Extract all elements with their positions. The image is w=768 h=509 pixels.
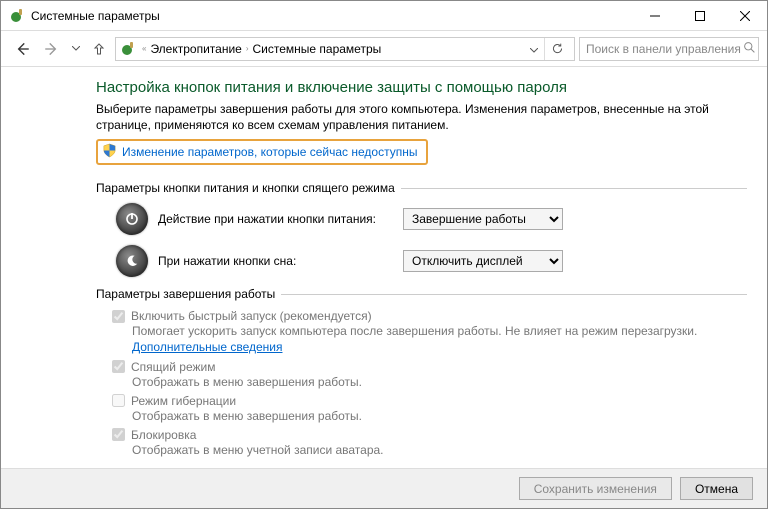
refresh-button[interactable] — [544, 38, 570, 60]
maximize-button[interactable] — [677, 1, 722, 30]
shutdown-options-list: Включить быстрый запуск (рекомендуется) … — [112, 309, 747, 458]
footer: Сохранить изменения Отмена — [1, 468, 767, 508]
breadcrumb-item[interactable]: Системные параметры — [253, 42, 382, 56]
window-controls — [632, 1, 767, 30]
power-icon — [116, 203, 148, 235]
address-dropdown-button[interactable] — [526, 42, 542, 56]
hibernate-desc: Отображать в меню завершения работы. — [132, 408, 747, 424]
chevron-right-icon: › — [244, 44, 251, 53]
moon-icon — [116, 245, 148, 277]
content-area: Настройка кнопок питания и включение защ… — [1, 67, 767, 468]
hibernate-label: Режим гибернации — [131, 394, 236, 408]
fast-startup-desc: Помогает ускорить запуск компьютера посл… — [132, 323, 747, 355]
window-title: Системные параметры — [31, 9, 632, 23]
power-button-select[interactable]: Завершение работы — [403, 208, 563, 230]
up-button[interactable] — [87, 37, 111, 61]
section-header-shutdown: Параметры завершения работы — [96, 287, 747, 301]
hibernate-item: Режим гибернации Отображать в меню завер… — [112, 394, 747, 424]
toolbar: « Электропитание › Системные параметры — [1, 31, 767, 67]
close-button[interactable] — [722, 1, 767, 30]
lock-label: Блокировка — [131, 428, 196, 442]
breadcrumb-item[interactable]: Электропитание — [150, 42, 241, 56]
search-icon — [743, 41, 756, 57]
save-button[interactable]: Сохранить изменения — [519, 477, 672, 500]
search-box[interactable] — [579, 37, 759, 61]
shield-icon — [102, 143, 117, 161]
sleep-item: Спящий режим Отображать в меню завершени… — [112, 360, 747, 390]
lock-item: Блокировка Отображать в меню учетной зап… — [112, 428, 747, 458]
sleep-desc: Отображать в меню завершения работы. — [132, 374, 747, 390]
back-button[interactable] — [9, 36, 35, 62]
power-button-label: Действие при нажатии кнопки питания: — [158, 212, 393, 226]
search-input[interactable] — [584, 41, 743, 57]
sleep-button-label: При нажатии кнопки сна: — [158, 254, 393, 268]
change-unavailable-settings-link[interactable]: Изменение параметров, которые сейчас нед… — [96, 139, 428, 165]
recent-dropdown-button[interactable] — [69, 36, 83, 62]
hibernate-checkbox[interactable] — [112, 394, 125, 407]
sleep-checkbox[interactable] — [112, 360, 125, 373]
section-title: Параметры кнопки питания и кнопки спящег… — [96, 181, 395, 195]
lock-desc: Отображать в меню учетной записи аватара… — [132, 442, 747, 458]
page-description: Выберите параметры завершения работы для… — [96, 102, 747, 133]
fast-startup-item: Включить быстрый запуск (рекомендуется) … — [112, 309, 747, 355]
power-options-icon — [9, 8, 25, 24]
sleep-button-action-row: При нажатии кнопки сна: Отключить диспле… — [116, 245, 747, 277]
titlebar: Системные параметры — [1, 1, 767, 31]
power-button-action-row: Действие при нажатии кнопки питания: Зав… — [116, 203, 747, 235]
address-bar[interactable]: « Электропитание › Системные параметры — [115, 37, 575, 61]
section-title: Параметры завершения работы — [96, 287, 275, 301]
sleep-label: Спящий режим — [131, 360, 215, 374]
section-header-buttons: Параметры кнопки питания и кнопки спящег… — [96, 181, 747, 195]
minimize-button[interactable] — [632, 1, 677, 30]
admin-link-text: Изменение параметров, которые сейчас нед… — [122, 145, 418, 159]
fast-startup-checkbox[interactable] — [112, 310, 125, 323]
lock-checkbox[interactable] — [112, 428, 125, 441]
chevron-left-icon: « — [140, 44, 148, 53]
cancel-button[interactable]: Отмена — [680, 477, 753, 500]
sleep-button-select[interactable]: Отключить дисплей — [403, 250, 563, 272]
power-options-icon — [120, 41, 136, 57]
fast-startup-label: Включить быстрый запуск (рекомендуется) — [131, 309, 372, 323]
page-heading: Настройка кнопок питания и включение защ… — [96, 79, 747, 96]
forward-button[interactable] — [39, 36, 65, 62]
window: Системные параметры — [0, 0, 768, 509]
more-info-link[interactable]: Дополнительные сведения — [132, 340, 282, 354]
